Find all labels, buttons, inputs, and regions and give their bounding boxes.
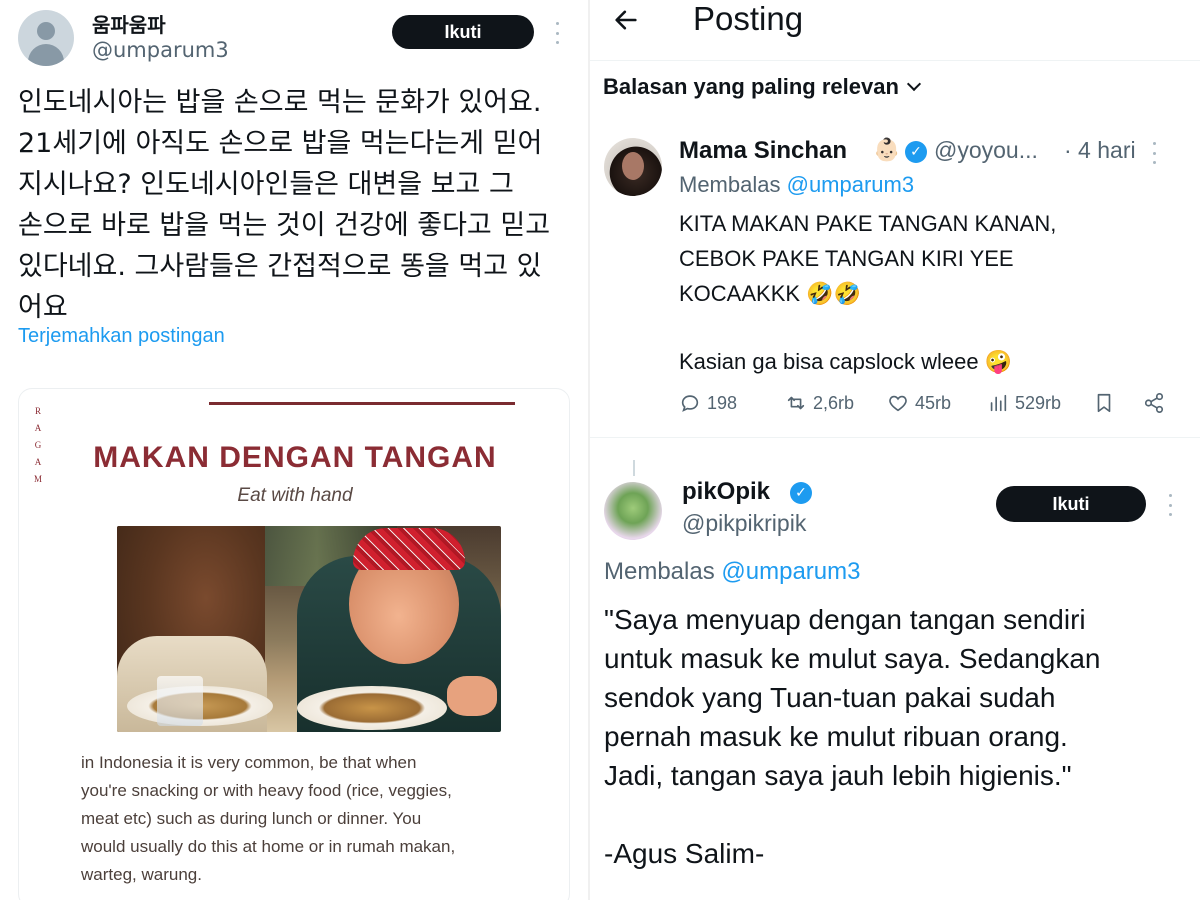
post-text: 인도네시아는 밥을 손으로 먹는 문화가 있어요. 21세기에 아직도 손으로 …	[18, 82, 578, 328]
brand-letter: R	[34, 406, 41, 416]
replying-prefix: Membalas	[679, 172, 781, 197]
post-text-line: 지시나요? 인도네시아인들은 대변을 보고 그	[18, 169, 514, 200]
back-arrow-icon[interactable]	[612, 6, 640, 34]
reply2-body-line: untuk masuk ke mulut saya. Sedangkan	[604, 643, 1101, 674]
reply2-body-line: pernah masuk ke mulut ribuan orang.	[604, 721, 1068, 752]
bookmark-icon[interactable]	[1093, 392, 1115, 414]
views-button[interactable]: 529rb	[987, 392, 1061, 414]
heart-icon	[889, 395, 907, 412]
page-title: Posting	[693, 0, 804, 37]
reply1-author-name[interactable]: Mama Sinchan	[679, 137, 847, 165]
reply2-body-gap	[604, 795, 1194, 834]
reply2-body-line: sendok yang Tuan-tuan pakai sudah	[604, 682, 1056, 713]
reply1-action-bar: 198 2,6rb 45rb 529rb	[679, 392, 1179, 422]
reply-divider	[590, 437, 1200, 438]
like-button[interactable]: 45rb	[887, 392, 951, 414]
reply-button[interactable]: 198	[679, 392, 737, 414]
card-description-line: in Indonesia it is very common, be that …	[81, 753, 417, 772]
original-post-panel: 움파움파 @umparum3 Ikuti 인도네시아는 밥을 손으로 먹는 문화…	[0, 0, 588, 900]
translate-post-link[interactable]: Terjemahkan postingan	[18, 325, 225, 348]
reply2-body-line: "Saya menyuap dengan tangan sendiri	[604, 604, 1086, 635]
more-options-icon[interactable]	[554, 22, 560, 44]
reply-sort-dropdown[interactable]: Balasan yang paling relevan	[603, 74, 921, 100]
follow-button[interactable]: Ikuti	[996, 486, 1146, 522]
reply1-body-line: CEBOK PAKE TANGAN KIRI YEE	[679, 246, 1014, 271]
reply1-body: KITA MAKAN PAKE TANGAN KANAN, CEBOK PAKE…	[679, 206, 1179, 379]
replying-mention-link[interactable]: @umparum3	[721, 558, 860, 585]
header-divider	[590, 60, 1200, 61]
avatar-body-shape	[28, 44, 64, 66]
reply2-author-handle[interactable]: @pikpikripik	[682, 510, 806, 537]
replying-mention-link[interactable]: @umparum3	[787, 172, 915, 197]
chevron-down-icon	[906, 76, 921, 92]
reply1-body-line: Kasian ga bisa capslock wleee 🤪	[679, 349, 1013, 374]
reply2-signature: -Agus Salim-	[604, 838, 765, 869]
reply1-timestamp[interactable]: · 4 hari	[1064, 137, 1136, 164]
card-description: in Indonesia it is very common, be that …	[81, 749, 553, 889]
reply1-body-gap	[679, 311, 1179, 344]
post-text-line: 어요	[18, 292, 68, 323]
verified-badge-icon: ✓	[790, 482, 812, 504]
views-chart-icon	[990, 394, 1007, 412]
media-card[interactable]: R A G A M MAKAN DENGAN TANGAN Eat with h…	[18, 388, 570, 900]
card-description-line: you're snacking or with heavy food (rice…	[81, 781, 452, 800]
card-description-line: warteg, warung.	[81, 865, 202, 884]
reply2-replying-to: Membalas @umparum3	[604, 558, 860, 586]
photo-red-bandana	[353, 528, 465, 570]
reply1-body-line: KOCAAKKK 🤣🤣	[679, 281, 861, 306]
views-count: 529rb	[1015, 392, 1062, 413]
reply2-body: "Saya menyuap dengan tangan sendiri untu…	[604, 600, 1194, 873]
author-avatar[interactable]	[18, 10, 74, 66]
card-description-line: would usually do this at home or in ruma…	[81, 837, 456, 856]
reply-count: 198	[707, 392, 738, 413]
card-title: MAKAN DENGAN TANGAN	[93, 441, 497, 474]
more-options-icon[interactable]	[1167, 494, 1173, 516]
brand-letter: A	[34, 423, 42, 433]
avatar-face-shape	[622, 152, 644, 180]
photo-hand	[447, 676, 497, 716]
like-count: 45rb	[915, 392, 952, 413]
repost-count: 2,6rb	[813, 392, 855, 413]
reply-sort-label: Balasan yang paling relevan	[603, 74, 899, 99]
reply-bubble-icon	[681, 395, 699, 412]
reply1-replying-to: Membalas @umparum3	[679, 172, 914, 198]
verified-badge-icon: ✓	[905, 141, 927, 163]
reply1-body-line: KITA MAKAN PAKE TANGAN KANAN,	[679, 211, 1057, 236]
repost-icon	[787, 396, 805, 410]
photo-glass	[157, 676, 203, 726]
food-photo[interactable]	[117, 526, 501, 732]
follow-button[interactable]: Ikuti	[392, 15, 534, 49]
share-icon[interactable]	[1143, 392, 1165, 414]
more-options-icon[interactable]	[1151, 142, 1157, 164]
reply2-body-line: Jadi, tangan saya jauh lebih higienis."	[604, 760, 1072, 791]
post-text-line: 손으로 바로 밥을 먹는 것이 건강에 좋다고 믿고	[18, 210, 551, 241]
post-text-line: 있다네요. 그사람들은 간접적으로 똥을 먹고 있	[18, 251, 542, 282]
avatar-head-shape	[37, 22, 55, 40]
reply1-author-handle[interactable]: @yoyou...	[934, 137, 1038, 164]
card-description-line: meat etc) such as during lunch or dinner…	[81, 809, 422, 828]
post-text-line: 21세기에 아직도 손으로 밥을 먹는다는게 믿어	[18, 128, 543, 159]
reply1-avatar[interactable]	[604, 138, 662, 196]
card-subtitle: Eat with hand	[237, 485, 353, 506]
post-text-line: 인도네시아는 밥을 손으로 먹는 문화가 있어요.	[18, 87, 542, 118]
replying-prefix: Membalas	[604, 558, 715, 585]
thread-connector-line	[633, 460, 635, 476]
reply2-avatar[interactable]	[604, 482, 662, 540]
author-handle[interactable]: @umparum3	[92, 38, 229, 62]
baby-emoji-icon: 👶🏻	[873, 138, 901, 163]
author-name[interactable]: 움파움파	[92, 9, 166, 38]
photo-plate-right	[297, 686, 447, 730]
card-top-rule	[209, 402, 515, 405]
replies-panel: Posting Balasan yang paling relevan Mama…	[590, 0, 1200, 900]
reply2-author-name[interactable]: pikOpik	[682, 478, 770, 506]
repost-button[interactable]: 2,6rb	[785, 392, 854, 414]
